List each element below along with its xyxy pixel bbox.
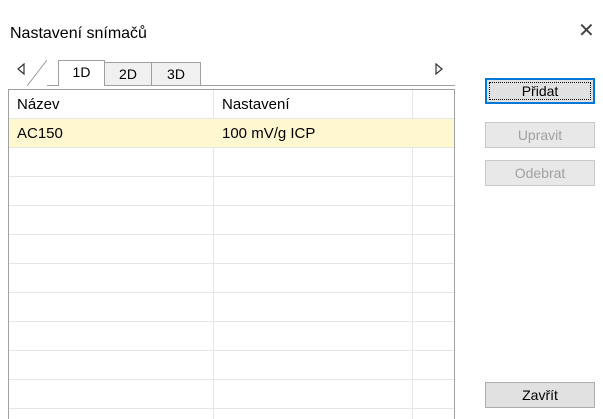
tab-divider bbox=[45, 85, 455, 86]
cell-sensor-name: AC150 bbox=[17, 125, 63, 142]
tab-3d[interactable]: 3D bbox=[151, 62, 201, 85]
table-row[interactable] bbox=[9, 322, 454, 351]
dialog-title: Nastavení snímačů bbox=[10, 25, 147, 42]
table-row[interactable] bbox=[9, 235, 454, 264]
table-row[interactable] bbox=[9, 380, 454, 409]
triangle-left-icon[interactable] bbox=[16, 62, 26, 78]
cell-sensor-settings: 100 mV/g ICP bbox=[222, 125, 316, 142]
table-row[interactable] bbox=[9, 351, 454, 380]
settings-dialog: Nastavení snímačů ✕ 1D 2D 3D Název Nasta… bbox=[0, 0, 603, 419]
remove-button[interactable]: Odebrat bbox=[485, 160, 595, 186]
table-row[interactable] bbox=[9, 148, 454, 177]
triangle-right-icon[interactable] bbox=[434, 62, 444, 78]
table-row[interactable] bbox=[9, 264, 454, 293]
close-button[interactable]: Zavřít bbox=[485, 382, 595, 408]
table-header-row: Název Nastavení bbox=[9, 90, 454, 119]
focus-rectangle bbox=[489, 82, 591, 100]
add-button[interactable]: Přidat bbox=[485, 78, 595, 104]
table-row[interactable] bbox=[9, 206, 454, 235]
sensor-table[interactable]: Název Nastavení AC150 100 mV/g ICP bbox=[8, 89, 455, 419]
column-header-settings[interactable]: Nastavení bbox=[214, 90, 412, 119]
table-row[interactable] bbox=[9, 293, 454, 322]
column-header-name[interactable]: Název bbox=[9, 90, 213, 119]
close-icon[interactable]: ✕ bbox=[578, 21, 595, 41]
table-row[interactable] bbox=[9, 177, 454, 206]
tab-slant-decoration bbox=[27, 60, 47, 86]
tab-1d[interactable]: 1D bbox=[58, 60, 105, 86]
tab-2d[interactable]: 2D bbox=[104, 62, 152, 85]
table-row[interactable]: AC150 100 mV/g ICP bbox=[9, 119, 454, 148]
edit-button[interactable]: Upravit bbox=[485, 122, 595, 148]
